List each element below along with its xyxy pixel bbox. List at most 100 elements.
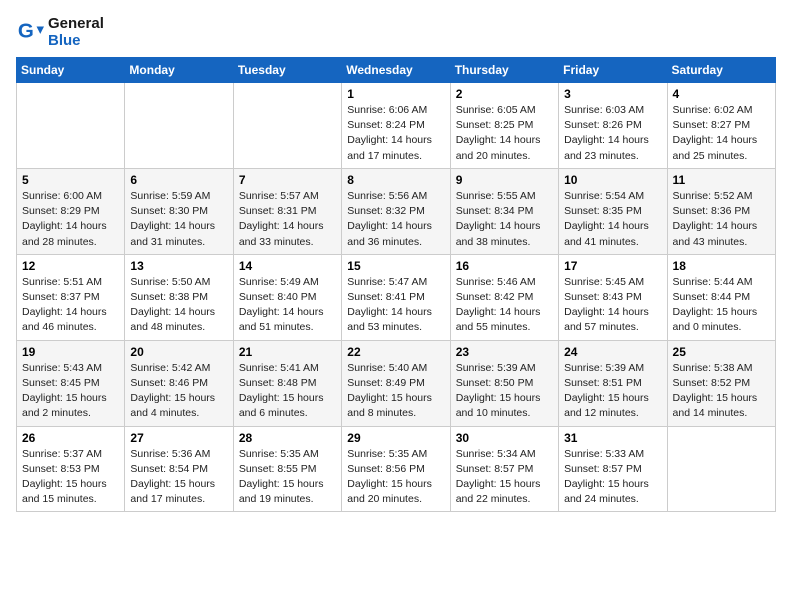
day-info: Sunrise: 5:47 AM Sunset: 8:41 PM Dayligh…: [347, 275, 444, 336]
day-number: 9: [456, 173, 553, 187]
logo: G General Blue: [16, 16, 104, 49]
calendar-cell: 28 Sunrise: 5:35 AM Sunset: 8:55 PM Dayli…: [233, 426, 341, 512]
day-info: Sunrise: 5:51 AM Sunset: 8:37 PM Dayligh…: [22, 275, 119, 336]
day-number: 8: [347, 173, 444, 187]
calendar-week-row: 12Sunrise: 5:51 AM Sunset: 8:37 PM Dayli…: [17, 254, 776, 340]
calendar-cell: 13 Sunrise: 5:50 AM Sunset: 8:38 PM Dayli…: [125, 254, 233, 340]
day-number: 6: [130, 173, 227, 187]
calendar-cell: 25Sunrise: 5:38 AM Sunset: 8:52 PM Dayli…: [667, 340, 775, 426]
day-info: Sunrise: 5:49 AM Sunset: 8:40 PM Dayligh…: [239, 275, 336, 336]
day-number: 24: [564, 345, 661, 359]
day-number: 2: [456, 87, 553, 101]
calendar-cell: 21 Sunrise: 5:41 AM Sunset: 8:48 PM Dayli…: [233, 340, 341, 426]
calendar-cell: 16Sunrise: 5:46 AM Sunset: 8:42 PM Dayli…: [450, 254, 558, 340]
weekday-header-wednesday: Wednesday: [342, 58, 450, 83]
day-info: Sunrise: 5:36 AM Sunset: 8:54 PM Dayligh…: [130, 447, 227, 508]
day-number: 1: [347, 87, 444, 101]
day-number: 19: [22, 345, 119, 359]
calendar-cell: 17 Sunrise: 5:45 AM Sunset: 8:43 PM Dayli…: [559, 254, 667, 340]
day-info: Sunrise: 5:39 AM Sunset: 8:51 PM Dayligh…: [564, 361, 661, 422]
logo-icon: G: [16, 19, 44, 47]
calendar-cell: 29 Sunrise: 5:35 AM Sunset: 8:56 PM Dayli…: [342, 426, 450, 512]
day-info: Sunrise: 6:03 AM Sunset: 8:26 PM Dayligh…: [564, 103, 661, 164]
weekday-header-friday: Friday: [559, 58, 667, 83]
page-header: G General Blue: [16, 16, 776, 49]
calendar-cell: 11 Sunrise: 5:52 AM Sunset: 8:36 PM Dayli…: [667, 168, 775, 254]
day-number: 7: [239, 173, 336, 187]
day-info: Sunrise: 5:46 AM Sunset: 8:42 PM Dayligh…: [456, 275, 553, 336]
calendar-cell: 9 Sunrise: 5:55 AM Sunset: 8:34 PM Daylig…: [450, 168, 558, 254]
day-number: 25: [673, 345, 770, 359]
day-number: 14: [239, 259, 336, 273]
day-info: Sunrise: 5:52 AM Sunset: 8:36 PM Dayligh…: [673, 189, 770, 250]
weekday-header-monday: Monday: [125, 58, 233, 83]
day-info: Sunrise: 5:41 AM Sunset: 8:48 PM Dayligh…: [239, 361, 336, 422]
day-number: 15: [347, 259, 444, 273]
day-number: 3: [564, 87, 661, 101]
day-info: Sunrise: 5:55 AM Sunset: 8:34 PM Dayligh…: [456, 189, 553, 250]
day-info: Sunrise: 5:37 AM Sunset: 8:53 PM Dayligh…: [22, 447, 119, 508]
calendar-cell: 31 Sunrise: 5:33 AM Sunset: 8:57 PM Dayli…: [559, 426, 667, 512]
day-info: Sunrise: 5:43 AM Sunset: 8:45 PM Dayligh…: [22, 361, 119, 422]
weekday-header-sunday: Sunday: [17, 58, 125, 83]
day-info: Sunrise: 5:42 AM Sunset: 8:46 PM Dayligh…: [130, 361, 227, 422]
day-info: Sunrise: 5:40 AM Sunset: 8:49 PM Dayligh…: [347, 361, 444, 422]
day-number: 28: [239, 431, 336, 445]
calendar-cell: 3 Sunrise: 6:03 AM Sunset: 8:26 PM Daylig…: [559, 83, 667, 169]
day-info: Sunrise: 5:56 AM Sunset: 8:32 PM Dayligh…: [347, 189, 444, 250]
calendar-cell: 27Sunrise: 5:36 AM Sunset: 8:54 PM Dayli…: [125, 426, 233, 512]
calendar-cell: 4 Sunrise: 6:02 AM Sunset: 8:27 PM Daylig…: [667, 83, 775, 169]
day-number: 29: [347, 431, 444, 445]
calendar-cell: 2 Sunrise: 6:05 AM Sunset: 8:25 PM Daylig…: [450, 83, 558, 169]
day-number: 4: [673, 87, 770, 101]
calendar-table: SundayMondayTuesdayWednesdayThursdayFrid…: [16, 57, 776, 512]
calendar-cell: [667, 426, 775, 512]
day-info: Sunrise: 6:05 AM Sunset: 8:25 PM Dayligh…: [456, 103, 553, 164]
calendar-cell: 22 Sunrise: 5:40 AM Sunset: 8:49 PM Dayli…: [342, 340, 450, 426]
calendar-cell: 5 Sunrise: 6:00 AM Sunset: 8:29 PM Daylig…: [17, 168, 125, 254]
day-info: Sunrise: 5:45 AM Sunset: 8:43 PM Dayligh…: [564, 275, 661, 336]
calendar-cell: 1 Sunrise: 6:06 AM Sunset: 8:24 PM Daylig…: [342, 83, 450, 169]
calendar-cell: 15 Sunrise: 5:47 AM Sunset: 8:41 PM Dayli…: [342, 254, 450, 340]
calendar-cell: [233, 83, 341, 169]
day-info: Sunrise: 5:50 AM Sunset: 8:38 PM Dayligh…: [130, 275, 227, 336]
calendar-cell: 20Sunrise: 5:42 AM Sunset: 8:46 PM Dayli…: [125, 340, 233, 426]
day-number: 26: [22, 431, 119, 445]
day-info: Sunrise: 5:39 AM Sunset: 8:50 PM Dayligh…: [456, 361, 553, 422]
day-number: 18: [673, 259, 770, 273]
day-number: 22: [347, 345, 444, 359]
day-info: Sunrise: 6:00 AM Sunset: 8:29 PM Dayligh…: [22, 189, 119, 250]
calendar-cell: 14 Sunrise: 5:49 AM Sunset: 8:40 PM Dayli…: [233, 254, 341, 340]
calendar-cell: 26 Sunrise: 5:37 AM Sunset: 8:53 PM Dayli…: [17, 426, 125, 512]
calendar-cell: 18 Sunrise: 5:44 AM Sunset: 8:44 PM Dayli…: [667, 254, 775, 340]
day-info: Sunrise: 5:54 AM Sunset: 8:35 PM Dayligh…: [564, 189, 661, 250]
day-info: Sunrise: 5:44 AM Sunset: 8:44 PM Dayligh…: [673, 275, 770, 336]
weekday-header-saturday: Saturday: [667, 58, 775, 83]
day-info: Sunrise: 5:35 AM Sunset: 8:56 PM Dayligh…: [347, 447, 444, 508]
day-info: Sunrise: 5:33 AM Sunset: 8:57 PM Dayligh…: [564, 447, 661, 508]
day-number: 30: [456, 431, 553, 445]
calendar-cell: 23 Sunrise: 5:39 AM Sunset: 8:50 PM Dayli…: [450, 340, 558, 426]
day-number: 31: [564, 431, 661, 445]
calendar-cell: [17, 83, 125, 169]
day-info: Sunrise: 6:02 AM Sunset: 8:27 PM Dayligh…: [673, 103, 770, 164]
svg-text:G: G: [18, 19, 34, 42]
calendar-cell: [125, 83, 233, 169]
calendar-cell: 8 Sunrise: 5:56 AM Sunset: 8:32 PM Daylig…: [342, 168, 450, 254]
day-number: 17: [564, 259, 661, 273]
calendar-header-row: SundayMondayTuesdayWednesdayThursdayFrid…: [17, 58, 776, 83]
calendar-week-row: 5 Sunrise: 6:00 AM Sunset: 8:29 PM Daylig…: [17, 168, 776, 254]
calendar-week-row: 1 Sunrise: 6:06 AM Sunset: 8:24 PM Daylig…: [17, 83, 776, 169]
day-info: Sunrise: 6:06 AM Sunset: 8:24 PM Dayligh…: [347, 103, 444, 164]
calendar-cell: 24 Sunrise: 5:39 AM Sunset: 8:51 PM Dayli…: [559, 340, 667, 426]
day-number: 11: [673, 173, 770, 187]
day-number: 21: [239, 345, 336, 359]
calendar-cell: 7Sunrise: 5:57 AM Sunset: 8:31 PM Daylig…: [233, 168, 341, 254]
day-number: 10: [564, 173, 661, 187]
day-number: 5: [22, 173, 119, 187]
day-info: Sunrise: 5:35 AM Sunset: 8:55 PM Dayligh…: [239, 447, 336, 508]
calendar-cell: 10 Sunrise: 5:54 AM Sunset: 8:35 PM Dayli…: [559, 168, 667, 254]
day-number: 13: [130, 259, 227, 273]
logo-text-blue: Blue: [48, 33, 104, 50]
day-number: 23: [456, 345, 553, 359]
